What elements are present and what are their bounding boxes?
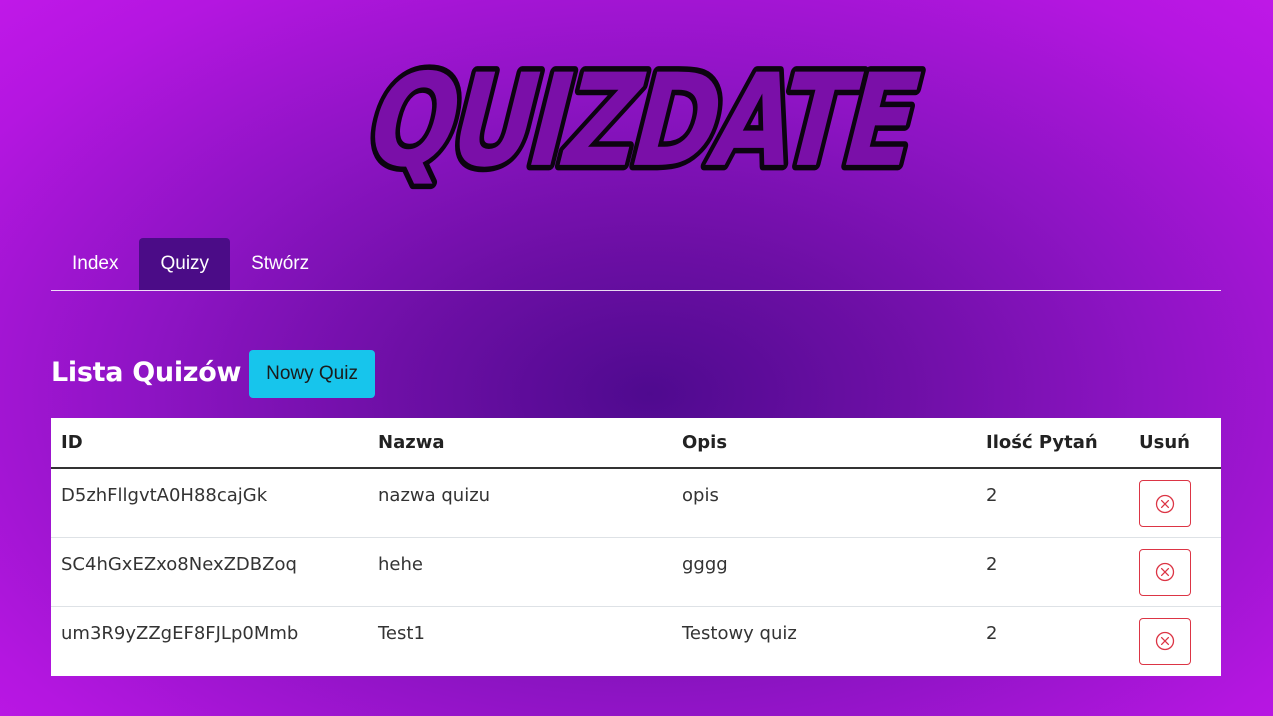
quiz-table-container: ID Nazwa Opis Ilość Pytań Usuń D5zhFllgv… — [51, 418, 1221, 676]
cell-question-count: 2 — [986, 622, 998, 644]
x-circle-icon — [1155, 494, 1175, 513]
cell-description: gggg — [672, 537, 976, 607]
new-quiz-button[interactable]: Nowy Quiz — [249, 350, 375, 398]
main-nav: Index Quizy Stwórz — [51, 238, 1221, 291]
delete-quiz-button[interactable] — [1139, 480, 1191, 527]
cell-delete — [1129, 468, 1221, 538]
cell-id: D5zhFllgvtA0H88cajGk — [51, 468, 368, 538]
page-heading-row: Lista Quizów Nowy Quiz — [51, 350, 375, 398]
column-header-question-count: Ilość Pytań — [976, 418, 1129, 469]
x-circle-icon — [1155, 562, 1175, 582]
table-row: um3R9yZZgEF8FJLp0Mmb Test1 Testowy quiz … — [51, 606, 1221, 675]
quiz-table: ID Nazwa Opis Ilość Pytań Usuń D5zhFllgv… — [51, 418, 1221, 675]
delete-quiz-button[interactable] — [1139, 617, 1191, 665]
table-row: D5zhFllgvtA0H88cajGk nazwa quizu opis 2 — [51, 468, 1221, 538]
page-title: Lista Quizów — [51, 356, 242, 388]
cell-name: hehe — [368, 537, 672, 607]
nav-item-index[interactable]: Index — [51, 238, 139, 290]
column-header-description: Opis — [672, 418, 976, 469]
column-header-id: ID — [51, 418, 368, 469]
delete-quiz-button[interactable] — [1139, 548, 1191, 596]
x-circle-icon — [1155, 631, 1175, 651]
cell-id: um3R9yZZgEF8FJLp0Mmb — [61, 622, 299, 644]
nav-item-stworz[interactable]: Stwórz — [230, 238, 330, 290]
table-header-row: ID Nazwa Opis Ilość Pytań Usuń — [51, 418, 1221, 469]
table-row: SC4hGxEZxo8NexZDBZoq hehe gggg 2 — [51, 537, 1221, 607]
cell-name: Test1 — [378, 622, 425, 644]
cell-name: nazwa quizu — [368, 468, 672, 538]
cell-delete — [1129, 606, 1221, 675]
cell-description: Testowy quiz — [682, 622, 797, 644]
logo-text: QUIZDATE — [353, 48, 930, 196]
quizdate-logo: QUIZDATE — [350, 48, 930, 208]
column-header-name: Nazwa — [368, 418, 672, 469]
cell-question-count: 2 — [976, 468, 1129, 538]
nav-item-quizy[interactable]: Quizy — [139, 238, 231, 290]
column-header-delete: Usuń — [1129, 418, 1221, 469]
cell-question-count: 2 — [976, 537, 1129, 607]
cell-delete — [1129, 537, 1221, 607]
cell-description: opis — [672, 468, 976, 538]
cell-id: SC4hGxEZxo8NexZDBZoq — [51, 537, 368, 607]
